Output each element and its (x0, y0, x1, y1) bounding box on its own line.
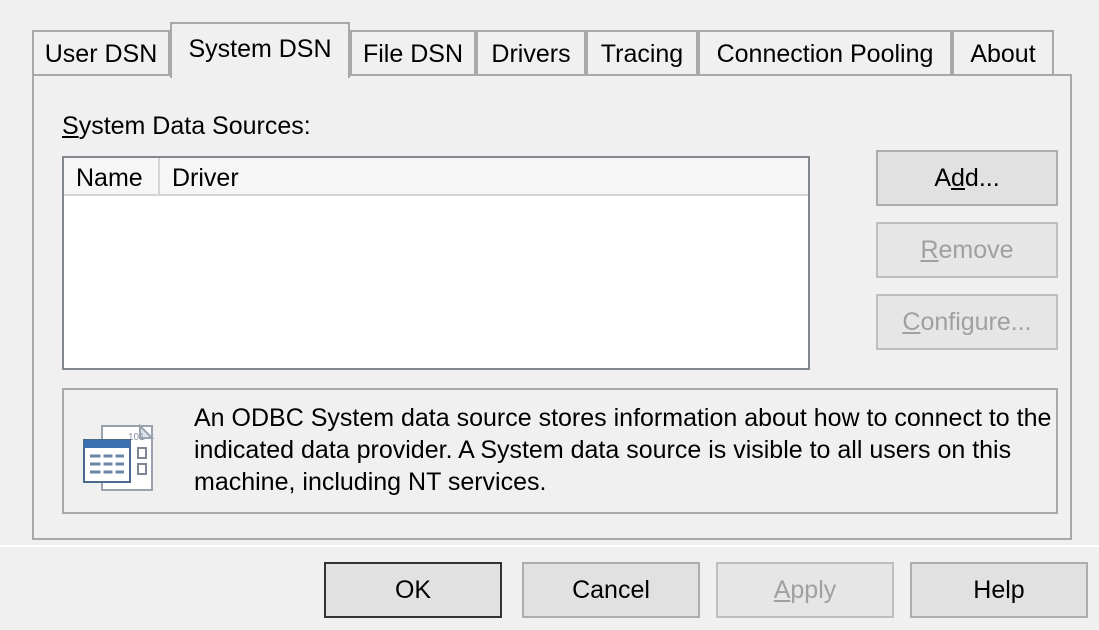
info-text: An ODBC System data source stores inform… (194, 404, 1052, 496)
section-label-accel: S (62, 112, 79, 140)
configure-button-accel: C (902, 308, 921, 336)
tab-about[interactable]: About (952, 30, 1054, 76)
tab-connection-pooling[interactable]: Connection Pooling (698, 30, 952, 76)
tab-system-dsn[interactable]: System DSN (170, 22, 350, 78)
cancel-button[interactable]: Cancel (522, 562, 700, 618)
remove-button[interactable]: Remove (876, 222, 1058, 278)
remove-button-post: emove (938, 236, 1014, 264)
help-button[interactable]: Help (910, 562, 1088, 618)
tab-drivers[interactable]: Drivers (476, 30, 586, 76)
data-sources-list[interactable]: Name Driver (62, 156, 810, 370)
tab-file-dsn[interactable]: File DSN (350, 30, 476, 76)
tab-user-dsn[interactable]: User DSN (32, 30, 170, 76)
dialog-separator (0, 545, 1099, 547)
apply-button-accel: A (773, 576, 791, 604)
ok-button[interactable]: OK (324, 562, 502, 618)
add-button[interactable]: Add... (876, 150, 1058, 206)
apply-button-post: pply (790, 576, 837, 604)
add-button-pre: A (934, 164, 952, 192)
tab-panel-system-dsn: System Data Sources: Name Driver Add... … (32, 74, 1072, 540)
column-header-name[interactable]: Name (64, 158, 160, 194)
data-source-icon: 101 (83, 423, 155, 491)
apply-button[interactable]: Apply (716, 562, 894, 618)
section-label-text: ystem Data Sources: (78, 112, 311, 140)
tab-tracing[interactable]: Tracing (586, 30, 698, 76)
list-header: Name Driver (64, 158, 808, 196)
info-box: 101 An ODBC System data source stores in… (62, 388, 1058, 514)
remove-button-accel: R (920, 236, 939, 264)
add-button-accel: d (951, 164, 965, 192)
configure-button-post: onfigure... (920, 308, 1032, 336)
column-header-driver[interactable]: Driver (160, 158, 808, 194)
section-label-system-data-sources: System Data Sources: (62, 112, 311, 141)
configure-button[interactable]: Configure... (876, 294, 1058, 350)
add-button-post: d... (964, 164, 1000, 192)
